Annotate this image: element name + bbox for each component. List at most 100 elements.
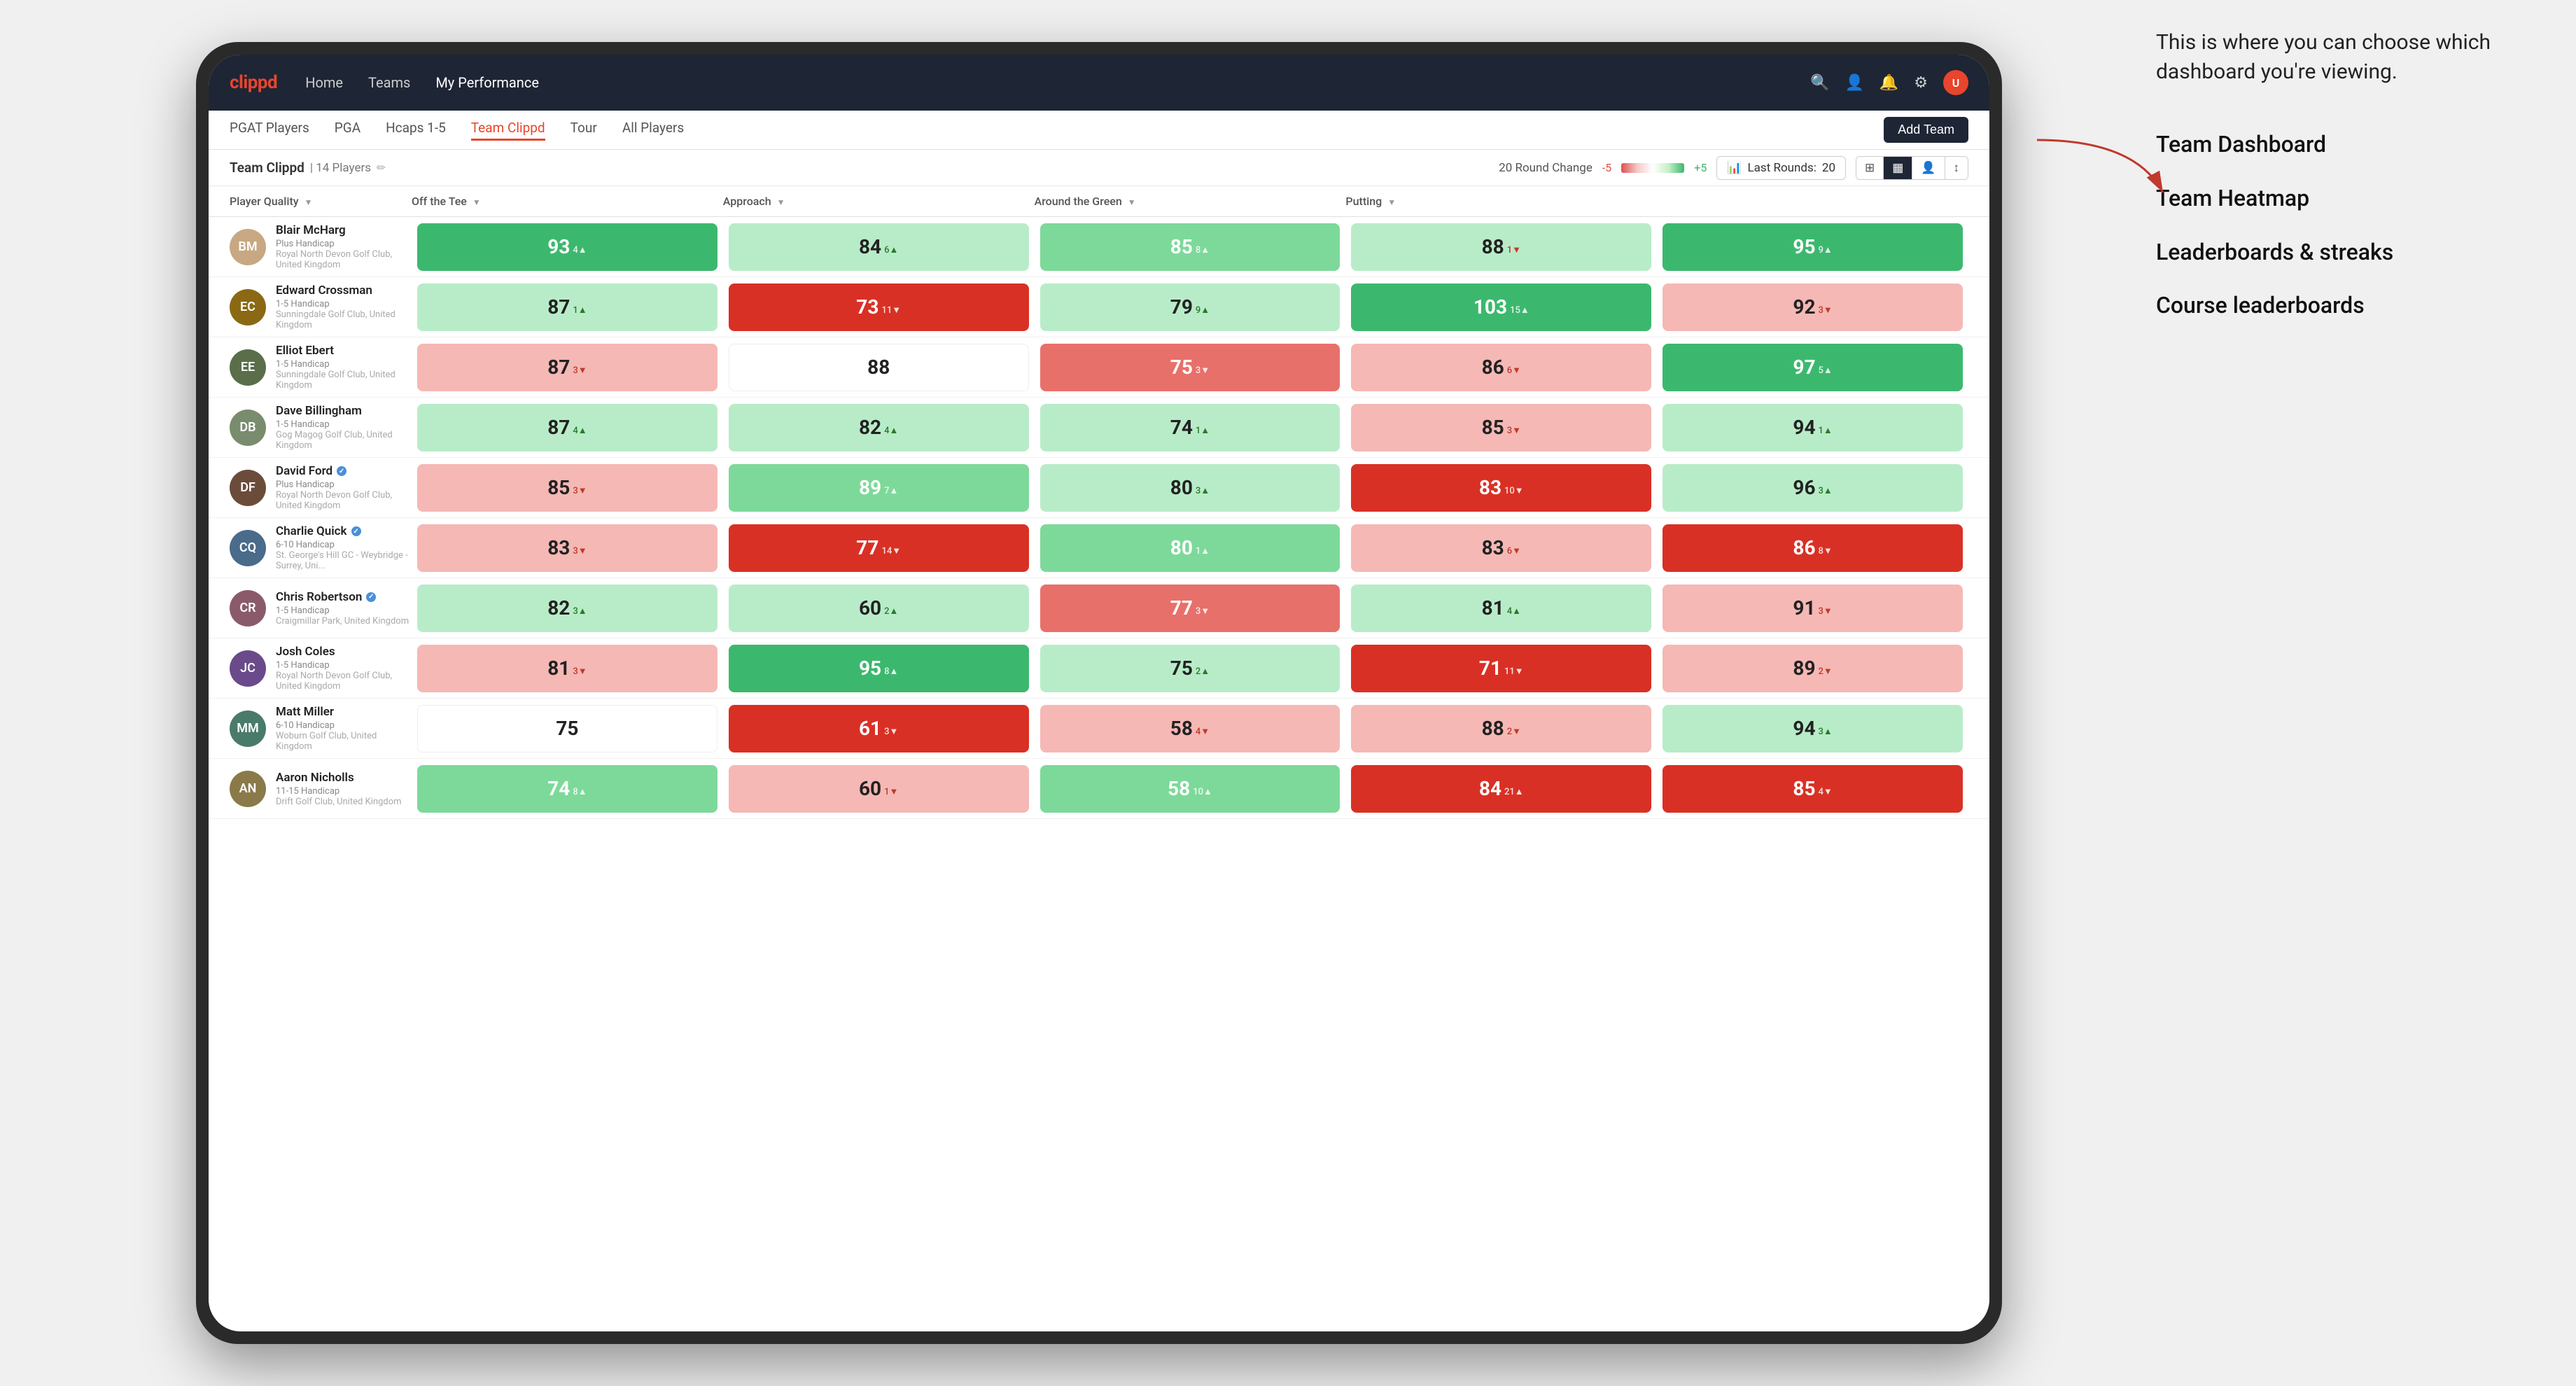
score-value: 83 <box>1479 476 1502 499</box>
table-row[interactable]: MMMatt Miller6-10 HandicapWoburn Golf Cl… <box>209 699 1989 759</box>
subnav-all-players[interactable]: All Players <box>622 120 684 141</box>
score-value: 80 <box>1170 476 1193 499</box>
table-row[interactable]: DBDave Billingham1-5 HandicapGog Magog G… <box>209 398 1989 458</box>
avatar[interactable]: U <box>1943 70 1968 95</box>
player-info: MMMatt Miller6-10 HandicapWoburn Golf Cl… <box>230 705 412 752</box>
score-delta: 3▲ <box>573 606 587 617</box>
view-toggle: ⊞ ▦ 👤 ↕ <box>1856 156 1968 180</box>
player-name[interactable]: Dave Billingham <box>276 404 412 418</box>
score-delta: 2▼ <box>1819 666 1833 677</box>
player-club: Royal North Devon Golf Club, United King… <box>276 671 412 692</box>
score-value: 92 <box>1793 295 1815 318</box>
player-avatar: DF <box>230 470 266 506</box>
player-info: DFDavid Ford✓Plus HandicapRoyal North De… <box>230 464 412 511</box>
nav-my-performance[interactable]: My Performance <box>435 74 539 91</box>
score-cell: 897▲ <box>729 464 1029 512</box>
player-avatar: EE <box>230 349 266 386</box>
player-name[interactable]: Josh Coles <box>276 645 412 659</box>
table-row[interactable]: ANAaron Nicholls11-15 HandicapDrift Golf… <box>209 759 1989 819</box>
player-club: Sunningdale Golf Club, United Kingdom <box>276 370 412 391</box>
subnav-team-clippd[interactable]: Team Clippd <box>471 120 545 141</box>
score-value: 89 <box>1793 657 1815 680</box>
table-row[interactable]: JC Josh Coles1-5 HandicapRoyal North Devo… <box>209 638 1989 699</box>
player-name[interactable]: David Ford✓ <box>276 464 412 478</box>
edit-icon[interactable]: ✏ <box>377 161 386 174</box>
view-heatmap-button[interactable]: ▦ <box>1884 157 1912 179</box>
view-more-button[interactable]: ↕ <box>1945 157 1968 179</box>
score-value: 93 <box>547 235 570 258</box>
score-value: 87 <box>547 416 570 439</box>
score-value: 74 <box>547 777 570 800</box>
score-cell: 7111▼ <box>1351 645 1651 692</box>
score-cell: 866▼ <box>1351 344 1651 391</box>
table-area: Player Quality ▼ Player Quality Off the … <box>209 186 1989 1331</box>
player-handicap: 6-10 Handicap <box>276 720 412 731</box>
player-avatar: JC <box>230 650 266 687</box>
subnav-tour[interactable]: Tour <box>570 120 597 141</box>
score-cell: 752▲ <box>1040 645 1340 692</box>
table-row[interactable]: CQCharlie Quick✓6-10 HandicapSt. George'… <box>209 518 1989 578</box>
add-team-button[interactable]: Add Team <box>1884 117 1968 143</box>
view-grid-button[interactable]: ⊞ <box>1856 157 1884 179</box>
score-cell: 836▼ <box>1351 524 1651 572</box>
table-row[interactable]: EEElliot Ebert1-5 HandicapSunningdale Go… <box>209 337 1989 398</box>
player-handicap: 1-5 Handicap <box>276 606 409 616</box>
score-delta: 3▼ <box>1196 365 1210 376</box>
subnav-hcaps[interactable]: Hcaps 1-5 <box>386 120 446 141</box>
player-name[interactable]: Edward Crossman <box>276 284 412 298</box>
score-cell: 853▼ <box>1351 404 1651 451</box>
score-value: 95 <box>859 657 881 680</box>
player-club: Royal North Devon Golf Club, United King… <box>276 249 412 270</box>
score-value: 81 <box>547 657 570 680</box>
nav-teams[interactable]: Teams <box>368 74 410 91</box>
player-name[interactable]: Chris Robertson✓ <box>276 590 409 604</box>
subnav-pga[interactable]: PGA <box>335 120 360 141</box>
menu-item-1: Team Heatmap <box>2156 183 2520 214</box>
table-row[interactable]: BMBlair McHargPlus HandicapRoyal North D… <box>209 217 1989 277</box>
score-cell: 773▼ <box>1040 584 1340 632</box>
score-value: 71 <box>1479 657 1502 680</box>
score-delta: 11▼ <box>881 304 901 316</box>
player-name[interactable]: Blair McHarg <box>276 223 412 237</box>
subnav-links: PGAT Players PGA Hcaps 1-5 Team Clippd T… <box>230 120 1884 141</box>
score-delta: 8▲ <box>1196 244 1210 255</box>
player-club: Drift Golf Club, United Kingdom <box>276 797 402 807</box>
table-row[interactable]: ECEdward Crossman1-5 HandicapSunningdale… <box>209 277 1989 337</box>
player-handicap: 1-5 Handicap <box>276 660 412 671</box>
score-delta: 3▲ <box>1196 485 1210 496</box>
player-club: St. George's Hill GC - Weybridge - Surre… <box>276 550 412 571</box>
menu-item-2: Leaderboards & streaks <box>2156 237 2520 268</box>
search-icon[interactable]: 🔍 <box>1810 74 1829 92</box>
score-value: 96 <box>1793 476 1815 499</box>
score-value: 84 <box>859 235 881 258</box>
player-avatar: EC <box>230 289 266 326</box>
bell-icon[interactable]: 🔔 <box>1879 74 1898 92</box>
score-delta: 8▲ <box>573 786 587 797</box>
player-name[interactable]: Matt Miller <box>276 705 412 719</box>
player-name[interactable]: Aaron Nicholls <box>276 771 402 785</box>
score-value: 83 <box>1482 536 1504 559</box>
user-icon[interactable]: 👤 <box>1844 74 1863 92</box>
view-avatar-button[interactable]: 👤 <box>1912 157 1945 179</box>
score-delta: 6▼ <box>1507 545 1521 556</box>
navbar-links: Home Teams My Performance <box>305 74 1810 91</box>
player-info: ECEdward Crossman1-5 HandicapSunningdale… <box>230 284 412 330</box>
score-delta: 8▲ <box>884 666 898 677</box>
last-rounds-icon: 📊 <box>1727 161 1742 175</box>
table-row[interactable]: DFDavid Ford✓Plus HandicapRoyal North De… <box>209 458 1989 518</box>
player-name[interactable]: Charlie Quick✓ <box>276 524 412 538</box>
score-value: 88 <box>1482 235 1504 258</box>
score-cell: 801▲ <box>1040 524 1340 572</box>
subnav-pgat[interactable]: PGAT Players <box>230 120 309 141</box>
settings-icon[interactable]: ⚙ <box>1914 74 1928 92</box>
score-cell: 975▲ <box>1662 344 1963 391</box>
score-delta: 4▲ <box>884 425 898 436</box>
nav-home[interactable]: Home <box>305 74 343 91</box>
score-delta: 4▲ <box>573 244 587 255</box>
last-rounds-button[interactable]: 📊 Last Rounds: 20 <box>1716 156 1846 180</box>
table-row[interactable]: CRChris Robertson✓1-5 HandicapCraigmilla… <box>209 578 1989 638</box>
navbar: clippd Home Teams My Performance 🔍 👤 🔔 ⚙… <box>209 55 1989 111</box>
score-value: 75 <box>556 717 578 740</box>
player-name[interactable]: Elliot Ebert <box>276 344 412 358</box>
score-delta: 15▲ <box>1510 304 1530 316</box>
